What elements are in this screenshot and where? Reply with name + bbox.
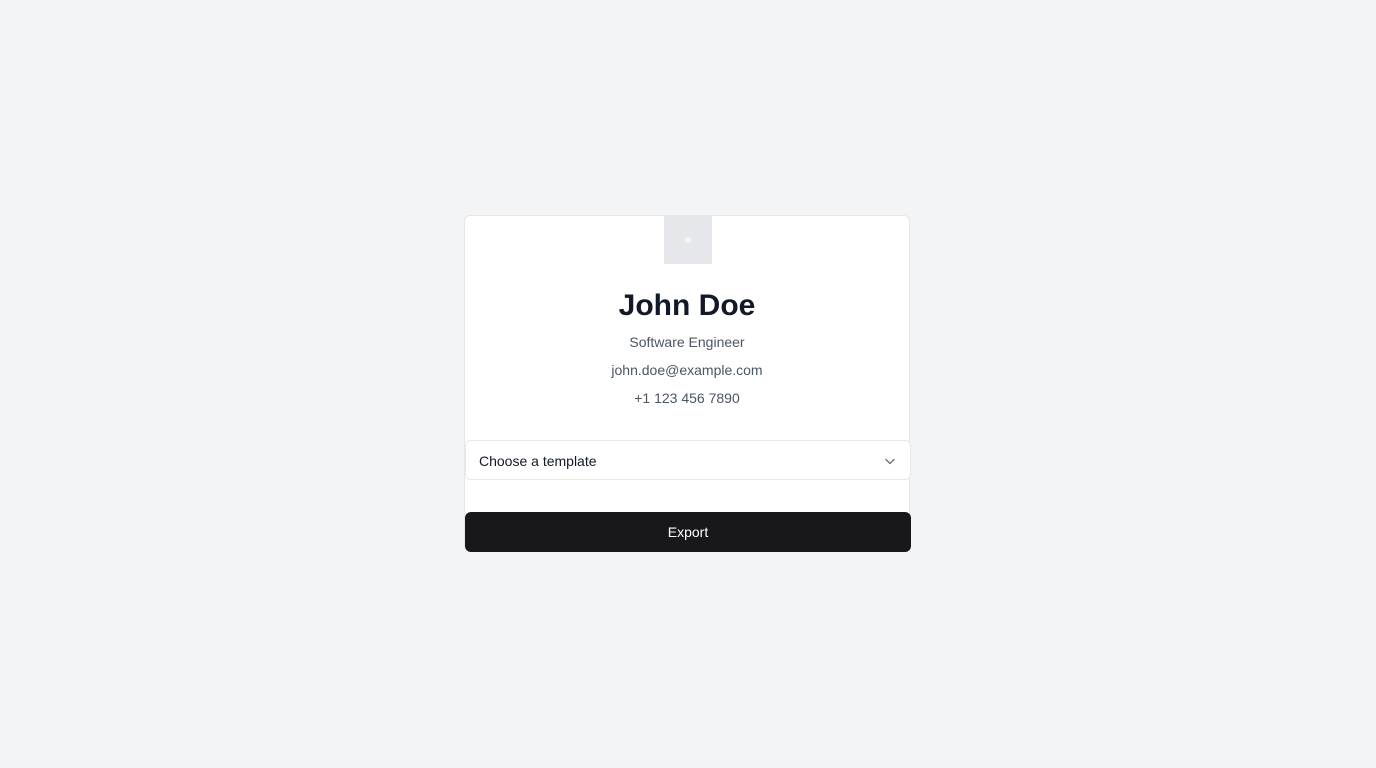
template-select-value: Choose a template [479, 453, 597, 469]
avatar [664, 216, 712, 264]
profile-email: john.doe@example.com [611, 362, 763, 378]
profile-role: Software Engineer [629, 334, 745, 350]
profile-name: John Doe [618, 289, 756, 322]
export-button[interactable]: Export [465, 512, 911, 552]
template-select[interactable]: Choose a template [465, 440, 911, 480]
profile-phone: +1 123 456 7890 [634, 390, 740, 406]
chevron-down-icon [885, 458, 895, 465]
image-placeholder-icon [685, 237, 691, 243]
profile-card: John Doe Software Engineer john.doe@exam… [464, 215, 911, 552]
